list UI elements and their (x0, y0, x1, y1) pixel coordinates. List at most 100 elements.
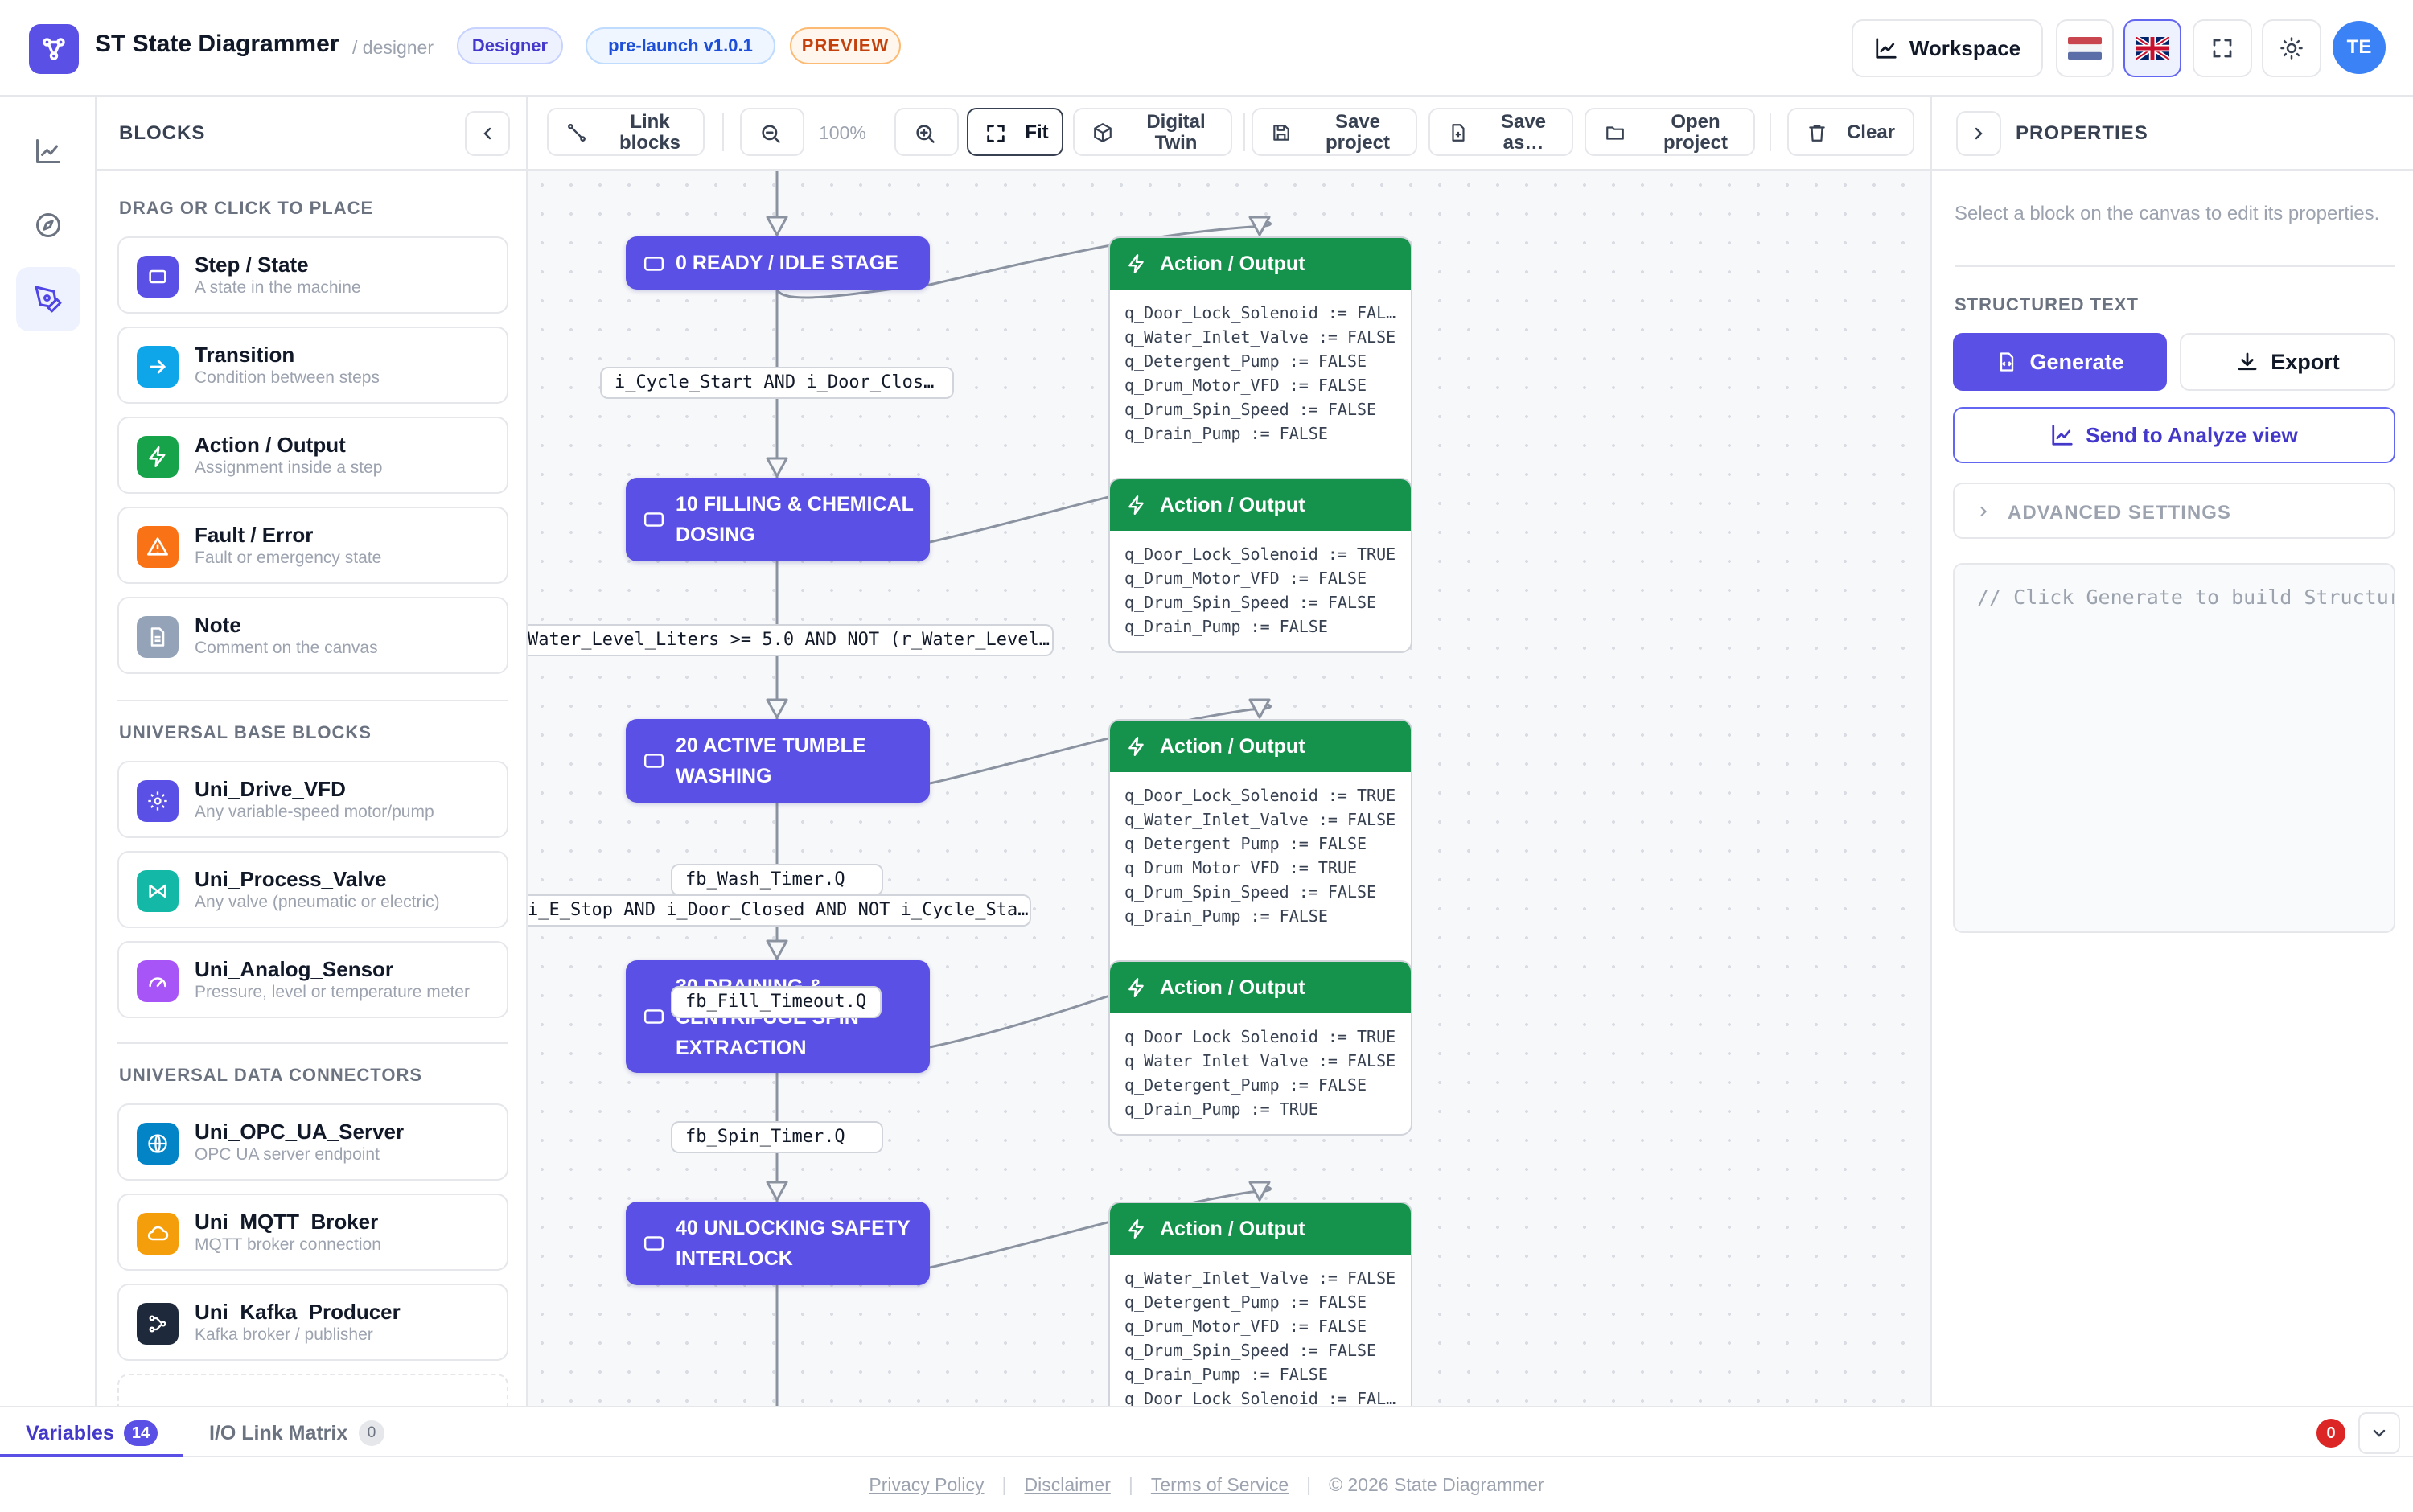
advanced-settings-toggle[interactable]: ADVANCED SETTINGS (1953, 483, 2395, 539)
structured-text-output[interactable]: // Click Generate to build Structured Te… (1953, 563, 2395, 933)
save-as-label: Save as… (1500, 111, 1547, 154)
app-subtitle: / designer (352, 37, 434, 58)
section-title: UNIVERSAL DATA CONNECTORS (119, 1065, 423, 1085)
export-button[interactable]: Export (2180, 333, 2395, 391)
block-name: Fault / Error (195, 523, 314, 547)
block-desc: Fault or emergency state (195, 549, 382, 567)
block-card-transition[interactable]: Transition Condition between steps (117, 327, 508, 404)
transition-condition[interactable]: fb_Spin_Timer.Q (671, 1121, 883, 1153)
gauge-icon (137, 960, 179, 1002)
fit-label: Fit (1025, 121, 1049, 143)
action-line: q_Detergent_Pump := FALSE (1124, 351, 1367, 371)
transition-condition[interactable]: Water_Level_Liters >= 5.0 AND NOT (r_Wat… (528, 624, 1054, 656)
action-line: q_Detergent_Pump := FALSE (1124, 1292, 1367, 1312)
folder-icon (1606, 126, 1624, 140)
step-node[interactable]: 10 FILLING & CHEMICAL DOSING (626, 478, 930, 561)
block-name: Note (195, 613, 241, 637)
arrow-head (766, 698, 788, 719)
send-to-analyze-button[interactable]: Send to Analyze view (1953, 407, 2395, 463)
toolbar-separator (722, 113, 724, 151)
toolbar-separator (1770, 113, 1771, 151)
block-desc: A state in the machine (195, 278, 361, 297)
action-card[interactable]: Action / Output q_Door_Lock_Solenoid := … (1108, 960, 1412, 1136)
fit-button[interactable]: Fit (967, 108, 1063, 156)
block-card-more[interactable] (117, 1374, 508, 1406)
action-card[interactable]: Action / Output q_Door_Lock_Solenoid := … (1108, 478, 1412, 653)
toggle-properties-button[interactable] (1956, 111, 2001, 156)
digital-twin-button[interactable]: Digital Twin (1073, 108, 1232, 156)
block-card-note[interactable]: Note Comment on the canvas (117, 597, 508, 674)
app-logo[interactable] (29, 24, 79, 74)
version-badge: pre-launch v1.0.1 (586, 27, 775, 64)
block-card-fault[interactable]: Fault / Error Fault or emergency state (117, 507, 508, 584)
transition-condition[interactable]: i_Cycle_Start AND i_Door_Clos… (600, 367, 954, 399)
step-node[interactable]: 20 ACTIVE TUMBLE WASHING (626, 719, 930, 803)
block-card-step[interactable]: Step / State A state in the machine (117, 236, 508, 314)
cube-icon (1094, 123, 1112, 142)
action-line: q_Drum_Spin_Speed := FALSE (1124, 400, 1377, 419)
download-icon (2238, 352, 2257, 371)
section-title: UNIVERSAL BASE BLOCKS (119, 722, 372, 742)
block-card-mqtt-broker[interactable]: Uni_MQTT_Broker MQTT broker connection (117, 1194, 508, 1271)
fullscreen-button[interactable] (2193, 19, 2252, 77)
blocks-panel: BLOCKS DRAG OR CLICK TO PLACE UNIVERSAL … (97, 97, 528, 1406)
tab-variables[interactable]: Variables 14 (0, 1407, 183, 1457)
block-desc: Condition between steps (195, 368, 380, 387)
collapse-blocks-button[interactable] (465, 111, 510, 156)
save-as-button[interactable]: Save as… (1428, 108, 1573, 156)
open-project-label: Open project (1663, 111, 1728, 154)
block-card-action[interactable]: Action / Output Assignment inside a step (117, 417, 508, 494)
nav-explore-button[interactable] (16, 193, 80, 257)
block-card-opc-ua-server[interactable]: Uni_OPC_UA_Server OPC UA server endpoint (117, 1103, 508, 1181)
action-lines: q_Door_Lock_Solenoid := FAL… q_Water_Inl… (1110, 290, 1411, 446)
privacy-policy-link[interactable]: Privacy Policy (869, 1474, 984, 1496)
language-en-button[interactable] (2123, 19, 2181, 77)
section-divider (117, 1042, 508, 1044)
block-card-analog-sensor[interactable]: Uni_Analog_Sensor Pressure, level or tem… (117, 941, 508, 1018)
square-icon (643, 512, 664, 527)
block-card-process-valve[interactable]: Uni_Process_Valve Any valve (pneumatic o… (117, 851, 508, 928)
block-name: Uni_Analog_Sensor (195, 957, 394, 981)
zoom-in-icon (916, 125, 935, 143)
action-line: q_Door_Lock_Solenoid := FAL… (1124, 303, 1396, 323)
tab-label: Variables (26, 1422, 114, 1444)
language-nl-button[interactable] (2056, 19, 2114, 77)
app-header: ST State Diagrammer / designer Designer … (0, 0, 2413, 97)
save-project-label: Save project (1325, 111, 1390, 154)
nav-analyze-button[interactable] (16, 119, 80, 183)
transition-condition[interactable]: i_E_Stop AND i_Door_Closed AND NOT i_Cyc… (528, 894, 1031, 927)
diagram-canvas[interactable]: 0 READY / IDLE STAGE 10 FILLING & CHEMIC… (528, 171, 1930, 1406)
generate-button[interactable]: Generate (1953, 333, 2167, 391)
transition-condition[interactable]: fb_Fill_Timeout.Q (671, 986, 882, 1018)
zoom-out-button[interactable] (740, 108, 804, 156)
clear-button[interactable]: Clear (1787, 108, 1914, 156)
nav-rail (0, 97, 97, 1406)
step-node[interactable]: 0 READY / IDLE STAGE (626, 236, 930, 290)
zoom-out-icon (762, 125, 780, 143)
footer: Privacy Policy | Disclaimer | Terms of S… (0, 1457, 2413, 1512)
terms-of-service-link[interactable]: Terms of Service (1151, 1474, 1289, 1496)
link-blocks-button[interactable]: Link blocks (547, 108, 705, 156)
action-line: q_Water_Inlet_Valve := FALSE (1124, 1051, 1396, 1070)
transition-condition[interactable]: fb_Wash_Timer.Q (671, 864, 883, 896)
tab-io-link-matrix[interactable]: I/O Link Matrix 0 (187, 1407, 396, 1457)
action-line: q_Water_Inlet_Valve := FALSE (1124, 327, 1396, 347)
action-title: Action / Output (1160, 494, 1305, 516)
error-count-badge[interactable]: 0 (2316, 1419, 2345, 1448)
toggle-bottom-panel-button[interactable] (2358, 1412, 2400, 1454)
action-card[interactable]: Action / Output q_Water_Inlet_Valve := F… (1108, 1202, 1412, 1406)
nav-designer-button[interactable] (16, 267, 80, 331)
step-label: 10 FILLING & CHEMICAL DOSING (676, 493, 914, 546)
block-card-drive-vfd[interactable]: Uni_Drive_VFD Any variable-speed motor/p… (117, 761, 508, 838)
action-line: q_Drain_Pump := FALSE (1124, 424, 1328, 443)
workspace-button[interactable]: Workspace (1852, 19, 2043, 77)
theme-toggle-button[interactable] (2262, 19, 2321, 77)
open-project-button[interactable]: Open project (1585, 108, 1755, 156)
block-card-kafka-producer[interactable]: Uni_Kafka_Producer Kafka broker / publis… (117, 1284, 508, 1361)
zoom-in-button[interactable] (894, 108, 959, 156)
step-node[interactable]: 40 UNLOCKING SAFETY INTERLOCK (626, 1202, 930, 1285)
save-project-button[interactable]: Save project (1252, 108, 1417, 156)
disclaimer-link[interactable]: Disclaimer (1025, 1474, 1111, 1496)
user-avatar[interactable]: TE (2333, 21, 2386, 74)
share-icon (137, 1303, 179, 1345)
